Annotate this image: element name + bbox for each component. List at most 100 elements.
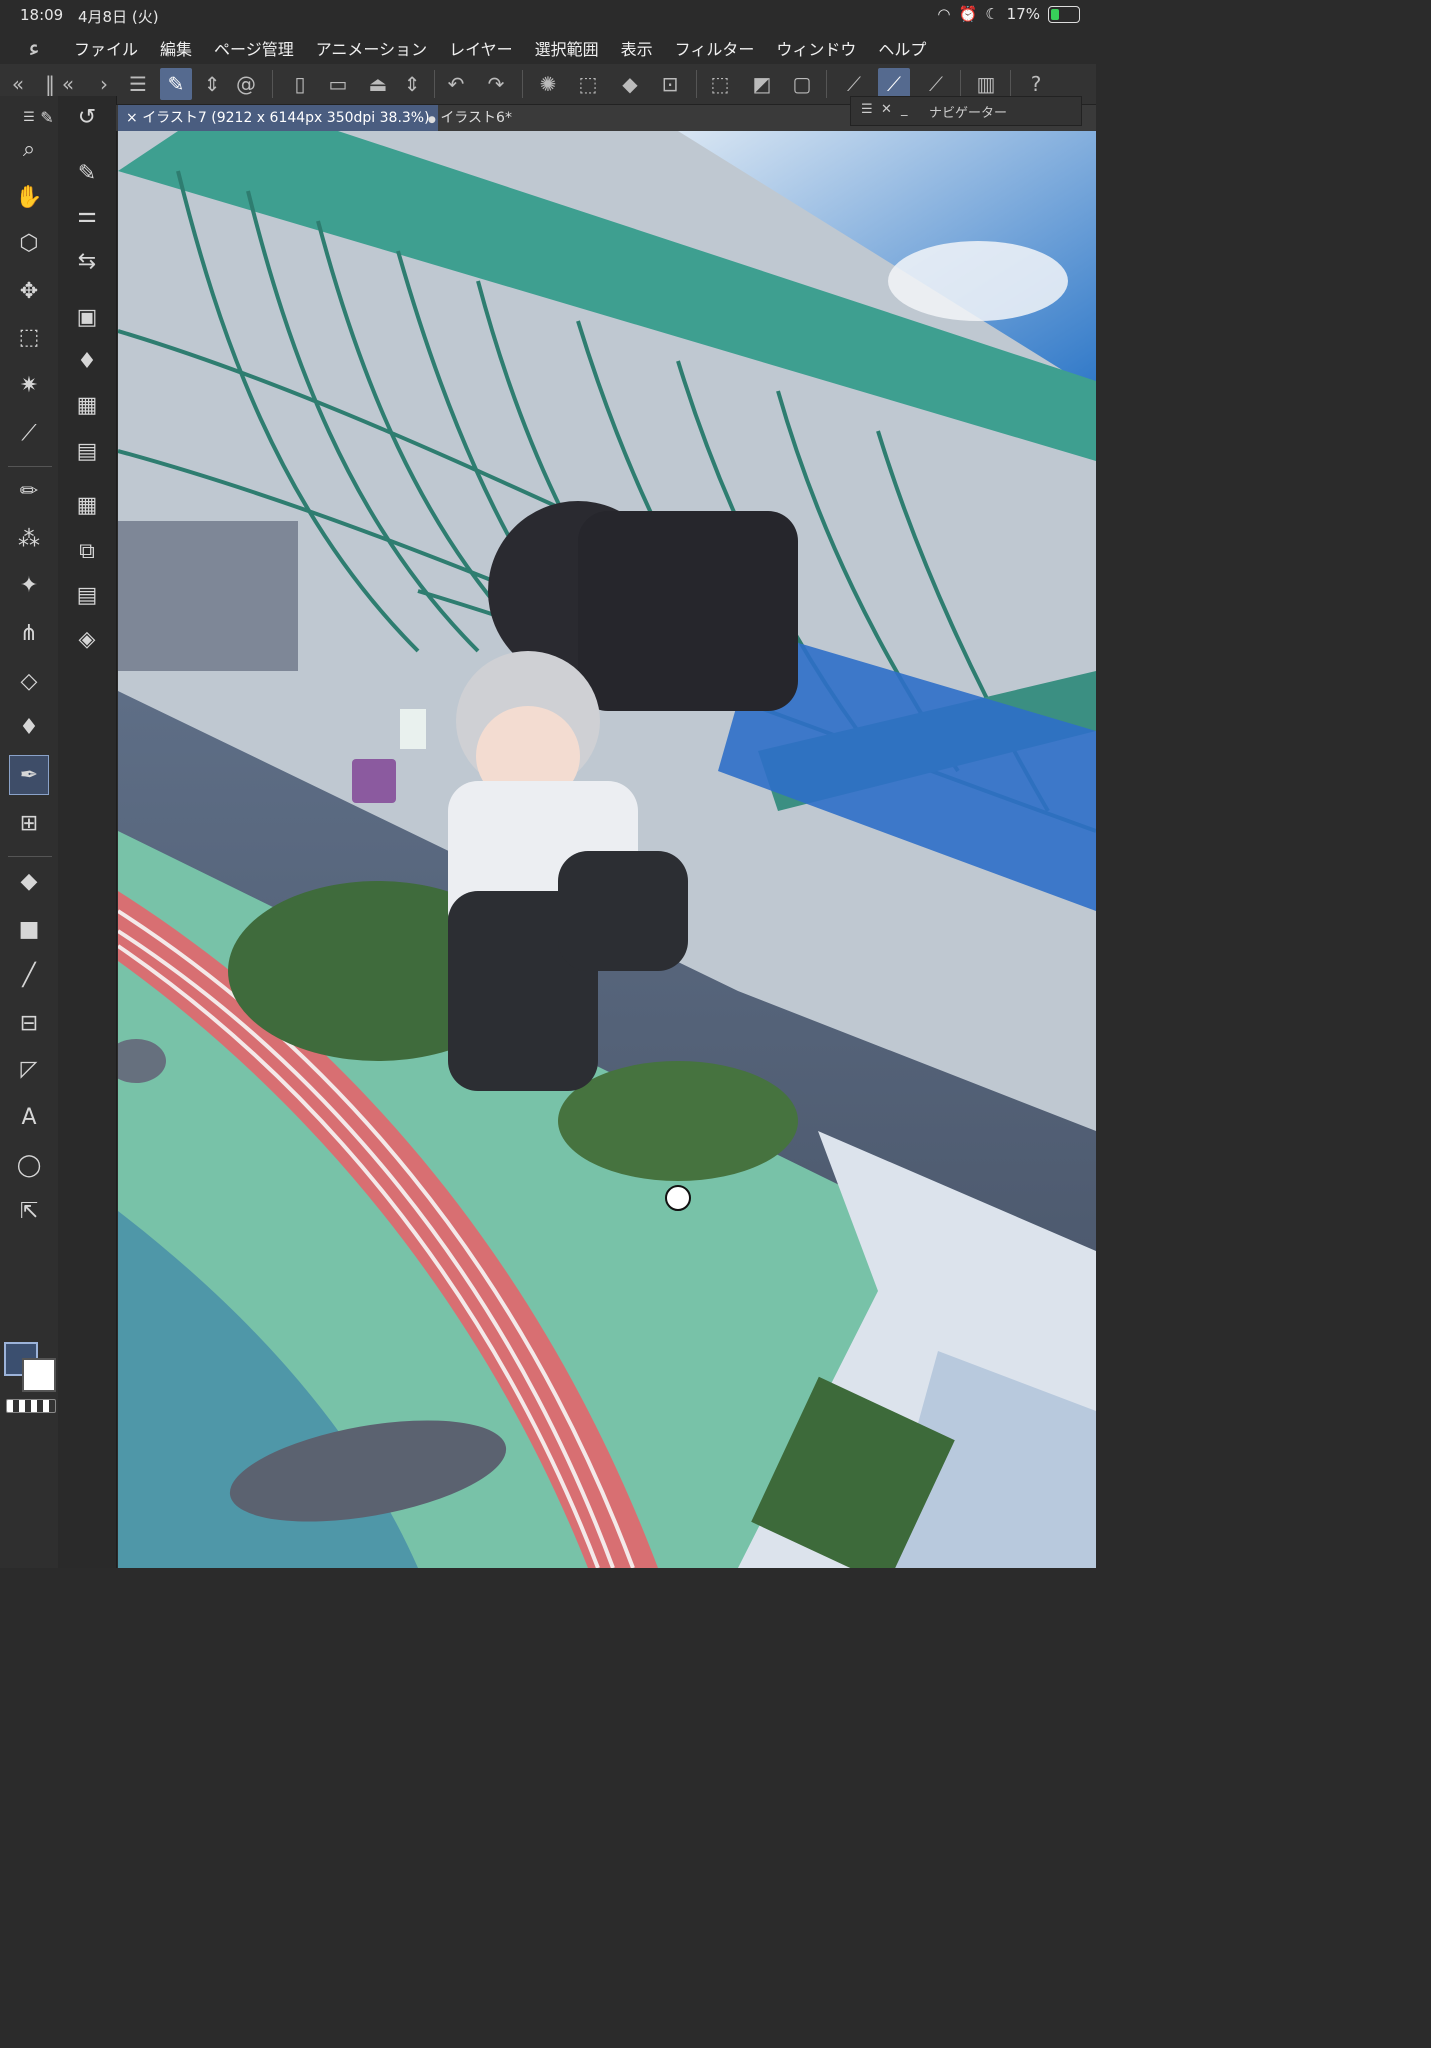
menu-page[interactable]: ページ管理	[214, 36, 294, 60]
toolbar-separator	[696, 70, 697, 98]
layers-icon[interactable]: ◈	[68, 620, 106, 658]
panel-menu-icon[interactable]: ☰	[861, 102, 873, 117]
status-right: ◠ ⏰ ☾ 17%	[937, 5, 1080, 23]
save-icon[interactable]: ⏏	[362, 68, 394, 100]
loading-icon[interactable]: ✺	[532, 68, 564, 100]
rotate-view-icon[interactable]: ⬡	[10, 224, 48, 262]
new-file-icon[interactable]: ▯	[284, 68, 316, 100]
layer-property-icon[interactable]: ▣	[68, 298, 106, 336]
close-icon[interactable]: ✕	[881, 102, 892, 117]
menu-help[interactable]: ヘルプ	[878, 36, 926, 60]
close-tab-icon[interactable]: ×	[126, 110, 138, 126]
grass-icon[interactable]: ⋔	[10, 614, 48, 652]
move-icon[interactable]: ✥	[10, 272, 48, 310]
material-icon[interactable]: ▦	[68, 386, 106, 424]
moon-icon: ☾	[985, 5, 999, 23]
menu-filter[interactable]: フィルター	[675, 36, 755, 60]
deselect-icon[interactable]: ⬚	[704, 68, 736, 100]
blend-icon[interactable]: ♦	[10, 708, 48, 746]
minimize-icon[interactable]: _	[901, 102, 908, 117]
status-date: 4月8日 (火)	[78, 8, 159, 26]
panel-icon[interactable]: ▤	[68, 576, 106, 614]
eyedropper-icon[interactable]: ⟋	[10, 414, 48, 452]
line-icon[interactable]: ╱	[10, 956, 48, 994]
battery-icon	[1048, 5, 1080, 23]
vector-pen-icon[interactable]: ✒	[9, 755, 49, 795]
invert-select-icon[interactable]: ◩	[746, 68, 778, 100]
timeline-icon[interactable]: ▦	[68, 486, 106, 524]
status-time: 18:09	[20, 6, 64, 24]
drink-can	[352, 759, 396, 803]
eraser-icon[interactable]: ◇	[10, 662, 48, 700]
status-bar: 18:09 4月8日 (火) ◠ ⏰ ☾ 17%	[0, 0, 1096, 32]
text-icon[interactable]: A	[10, 1098, 48, 1136]
tab-label: イラスト6*	[440, 110, 512, 126]
transform-icon[interactable]: ⇆	[68, 242, 106, 280]
balloon-icon[interactable]: ◯	[10, 1146, 48, 1184]
gradient-icon[interactable]: ■	[10, 910, 48, 948]
ruler-icon[interactable]: ◸	[10, 1050, 48, 1088]
fill-drop-icon[interactable]: ♦	[68, 342, 106, 380]
alarm-icon: ⏰	[958, 5, 978, 23]
save-up-down-icon[interactable]: ⇕	[396, 68, 428, 100]
toolbar-separator	[1010, 70, 1011, 98]
sub-color-swatch[interactable]	[22, 1358, 56, 1392]
pen-icon[interactable]: ✏	[10, 472, 48, 510]
menu-window[interactable]: ウィンドウ	[776, 36, 856, 60]
tool-palette: ☰ ✎ ⌕ ✋ ⬡ ✥ ⬚ ✷ ⟋ ✏ ⁂ ✦ ⋔ ◇ ♦ ✒ ⊞ ◆ ■ ╱ …	[0, 96, 58, 1568]
film-icon[interactable]: ▤	[68, 432, 106, 470]
app-logo-icon[interactable]: ء	[20, 34, 48, 62]
wifi-icon: ◠	[937, 5, 951, 23]
unsaved-dot: ●	[428, 115, 436, 125]
bushes	[558, 1061, 798, 1181]
sub-palette: ↺ ✎ ⚌ ⇆ ▣ ♦ ▦ ▤ ▦ ⧉ ▤ ◈	[58, 96, 117, 1568]
battery-percent: 17%	[1006, 5, 1040, 23]
menu-edit[interactable]: 編集	[160, 36, 192, 60]
menu-view[interactable]: 表示	[621, 36, 653, 60]
fill-bucket-icon[interactable]: ◆	[614, 68, 646, 100]
mesh-icon[interactable]: ⊞	[10, 804, 48, 842]
fill-icon[interactable]: ◆	[10, 862, 48, 900]
layer-search-icon[interactable]: ⧉	[68, 532, 106, 570]
correct-icon[interactable]: ⇱	[10, 1192, 48, 1230]
select-clear-icon[interactable]: ⬚	[572, 68, 604, 100]
tool-separator	[8, 466, 52, 467]
up-down-icon[interactable]: ⇕	[196, 68, 228, 100]
quick-access-icon[interactable]: ✎	[160, 68, 192, 100]
canvas[interactable]	[118, 131, 1096, 1568]
tab-label: イラスト7 (9212 x 6144px 350dpi 38.3%)	[142, 110, 430, 126]
hand-icon[interactable]: ✋	[10, 178, 48, 216]
menu-layer[interactable]: レイヤー	[449, 36, 513, 60]
hamburger-menu-icon[interactable]: ☰	[122, 68, 154, 100]
menu-bar: ء ファイル 編集 ページ管理 アニメーション レイヤー 選択範囲 表示 フィル…	[0, 32, 1096, 64]
toolbar-separator	[522, 70, 523, 98]
brush-settings-icon[interactable]: ✎	[68, 154, 106, 192]
toolbar-separator	[960, 70, 961, 98]
select-border-icon[interactable]: ▢	[786, 68, 818, 100]
redo-icon[interactable]: ↷	[480, 68, 512, 100]
spray-icon[interactable]: ⁂	[10, 520, 48, 558]
sliders-icon[interactable]: ⚌	[68, 196, 106, 234]
navigator-title: ナビゲーター	[929, 106, 1008, 121]
open-folder-icon[interactable]: ▭	[322, 68, 354, 100]
ac-unit	[118, 521, 298, 671]
tool-separator	[8, 856, 52, 857]
spiral-icon[interactable]: @	[230, 68, 262, 100]
transparent-color-swatch[interactable]	[6, 1399, 56, 1413]
frame-icon[interactable]: ⊟	[10, 1004, 48, 1042]
bottle	[400, 709, 426, 749]
menu-animation[interactable]: アニメーション	[316, 36, 427, 60]
tab-illust6[interactable]: ● イラスト6*	[420, 105, 520, 131]
select-rect-icon[interactable]: ⬚	[10, 318, 48, 356]
undo-icon[interactable]: ↶	[440, 68, 472, 100]
menu-file[interactable]: ファイル	[74, 36, 138, 60]
menu-selection[interactable]: 選択範囲	[535, 36, 599, 60]
magnifier-icon[interactable]: ⌕	[10, 130, 48, 168]
cloud	[888, 241, 1068, 321]
soccer-ball	[665, 1185, 691, 1211]
tab-illust7[interactable]: × イラスト7 (9212 x 6144px 350dpi 38.3%)	[118, 105, 438, 131]
undo-circle-icon[interactable]: ↺	[68, 98, 106, 136]
sparkle-icon[interactable]: ✦	[10, 566, 48, 604]
auto-select-icon[interactable]: ✷	[10, 366, 48, 404]
transform-box-icon[interactable]: ⊡	[654, 68, 686, 100]
